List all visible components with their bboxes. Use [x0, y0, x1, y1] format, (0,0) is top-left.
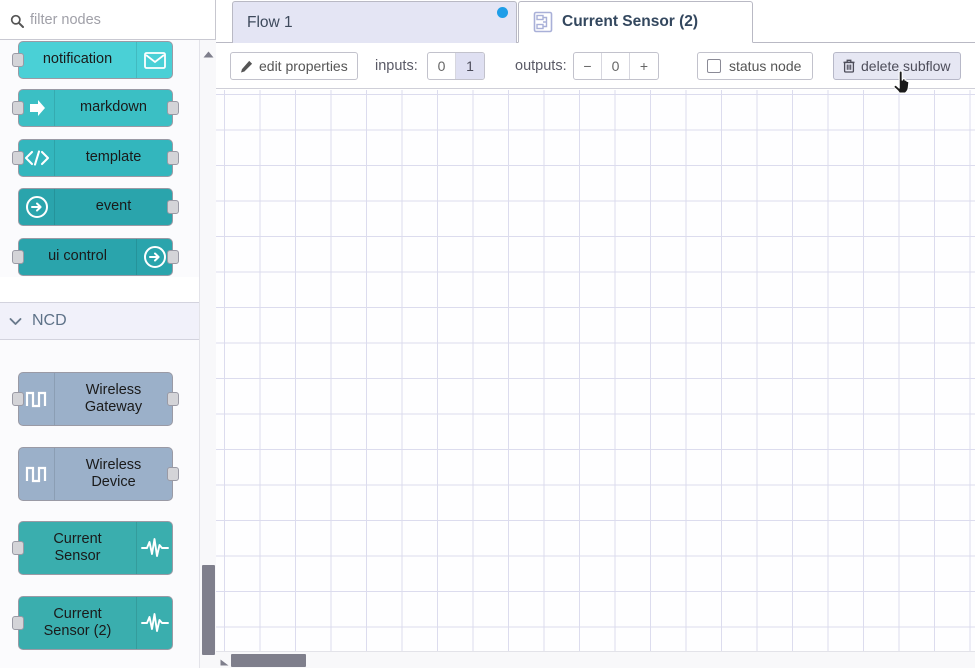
node-output-port[interactable]: [167, 101, 179, 115]
flow-canvas[interactable]: [216, 90, 975, 651]
node-input-port[interactable]: [12, 151, 24, 165]
palette-search-bar: [0, 0, 215, 40]
tab-unsaved-changes-dot: [497, 7, 508, 18]
status-node-checkbox[interactable]: [707, 59, 721, 73]
palette-node-label-line2: Device: [91, 474, 136, 490]
palette-node-label: ui control: [48, 248, 107, 265]
palette-node-markdown[interactable]: markdown: [12, 89, 179, 127]
node-red-editor: notification: [0, 0, 975, 668]
node-input-port[interactable]: [12, 250, 24, 264]
palette-node-label: Current Sensor (2): [19, 597, 136, 649]
palette-node-wireless-gateway[interactable]: Wireless Gateway: [12, 372, 179, 426]
node-output-port[interactable]: [167, 151, 179, 165]
palette-node-label-line2: Sensor (2): [43, 623, 112, 639]
outputs-stepper[interactable]: − 0 +: [573, 52, 659, 80]
palette-node-label: markdown: [80, 99, 147, 116]
palette-node-label: Current Sensor: [19, 522, 136, 574]
scrollbar-up-arrow-icon[interactable]: [200, 48, 217, 60]
palette-node-label-line1: Current: [53, 530, 102, 547]
trash-icon: [843, 59, 855, 73]
canvas-horizontal-scrollbar[interactable]: [216, 651, 975, 668]
square-wave-icon: [19, 448, 55, 500]
tab-label: Flow 1: [247, 13, 293, 31]
tab-label: Current Sensor (2): [562, 13, 699, 30]
palette-node-label-line2: Gateway: [84, 399, 143, 415]
edit-properties-button[interactable]: edit properties: [230, 52, 358, 80]
pulse-waveform-icon: [136, 597, 172, 649]
palette-scrollbar[interactable]: [199, 40, 216, 668]
palette-node-notification[interactable]: notification: [12, 41, 173, 79]
palette-node-label: notification: [42, 51, 113, 68]
filter-nodes-input[interactable]: [30, 11, 200, 28]
outputs-value: 0: [602, 53, 630, 79]
inputs-label: inputs:: [375, 58, 418, 74]
status-node-toggle[interactable]: status node: [697, 52, 814, 80]
status-node-label: status node: [729, 58, 802, 74]
palette-node-event[interactable]: event: [18, 188, 179, 226]
palette-category-ncd[interactable]: NCD: [0, 302, 199, 340]
node-palette: notification: [0, 0, 216, 668]
palette-node-label-line1: Wireless: [85, 381, 142, 398]
canvas-grid: [216, 90, 975, 651]
workspace: Flow 1 Current Sensor (2) edit propertie…: [216, 0, 975, 668]
delete-subflow-button[interactable]: delete subflow: [833, 52, 961, 80]
scrollbar-left-arrow-icon[interactable]: [218, 655, 230, 666]
node-input-port[interactable]: [12, 53, 24, 67]
outputs-label: outputs:: [515, 58, 567, 74]
pulse-waveform-icon: [136, 522, 172, 574]
tab-flow-1[interactable]: Flow 1: [232, 1, 517, 43]
workspace-tab-bar: Flow 1 Current Sensor (2): [216, 0, 975, 43]
edit-properties-label: edit properties: [259, 58, 348, 74]
palette-node-label: Wireless Device: [55, 448, 172, 500]
chevron-down-icon: [6, 317, 24, 326]
palette-node-label-line1: Wireless: [85, 456, 142, 473]
envelope-icon: [136, 42, 172, 78]
code-brackets-icon: [19, 140, 55, 176]
palette-scroll-area[interactable]: notification markdown template event ui …: [0, 40, 215, 668]
palette-node-label: template: [85, 149, 142, 166]
palette-node-template[interactable]: template: [12, 139, 179, 177]
palette-category-label: NCD: [32, 312, 67, 329]
outputs-decrement-button[interactable]: −: [574, 53, 602, 79]
palette-node-label: event: [95, 198, 132, 215]
palette-node-current-sensor[interactable]: Current Sensor: [12, 521, 173, 575]
node-input-port[interactable]: [12, 616, 24, 630]
node-input-port[interactable]: [12, 392, 24, 406]
node-input-port[interactable]: [12, 541, 24, 555]
palette-node-label-line1: Current: [53, 605, 102, 622]
node-output-port[interactable]: [167, 392, 179, 406]
palette-node-wireless-device[interactable]: Wireless Device: [18, 447, 179, 501]
tab-current-sensor-2[interactable]: Current Sensor (2): [518, 1, 753, 43]
delete-subflow-label: delete subflow: [861, 58, 951, 74]
node-output-port[interactable]: [167, 200, 179, 214]
inputs-selector[interactable]: 0 1: [427, 52, 485, 80]
subflow-icon: [533, 11, 553, 33]
palette-node-label: Wireless Gateway: [55, 373, 172, 425]
palette-node-ui-control[interactable]: ui control: [12, 238, 179, 276]
square-wave-icon: [19, 373, 55, 425]
palette-spacer: [0, 277, 199, 302]
inputs-option-0[interactable]: 0: [428, 53, 456, 79]
arrow-right-solid-icon: [19, 90, 55, 126]
pencil-icon: [240, 60, 253, 73]
palette-scrollbar-thumb[interactable]: [202, 565, 215, 655]
node-output-port[interactable]: [167, 250, 179, 264]
palette-node-current-sensor-2[interactable]: Current Sensor (2): [12, 596, 173, 650]
outputs-increment-button[interactable]: +: [630, 53, 658, 79]
palette-node-label-line2: Sensor: [54, 548, 101, 564]
arrow-circle-right-icon: [19, 189, 55, 225]
subflow-toolbar: edit properties inputs: 0 1 outputs: − 0…: [216, 44, 975, 89]
canvas-scrollbar-thumb[interactable]: [231, 654, 306, 667]
inputs-option-1[interactable]: 1: [456, 53, 484, 79]
node-output-port[interactable]: [167, 467, 179, 481]
node-input-port[interactable]: [12, 101, 24, 115]
search-icon: [10, 14, 24, 28]
